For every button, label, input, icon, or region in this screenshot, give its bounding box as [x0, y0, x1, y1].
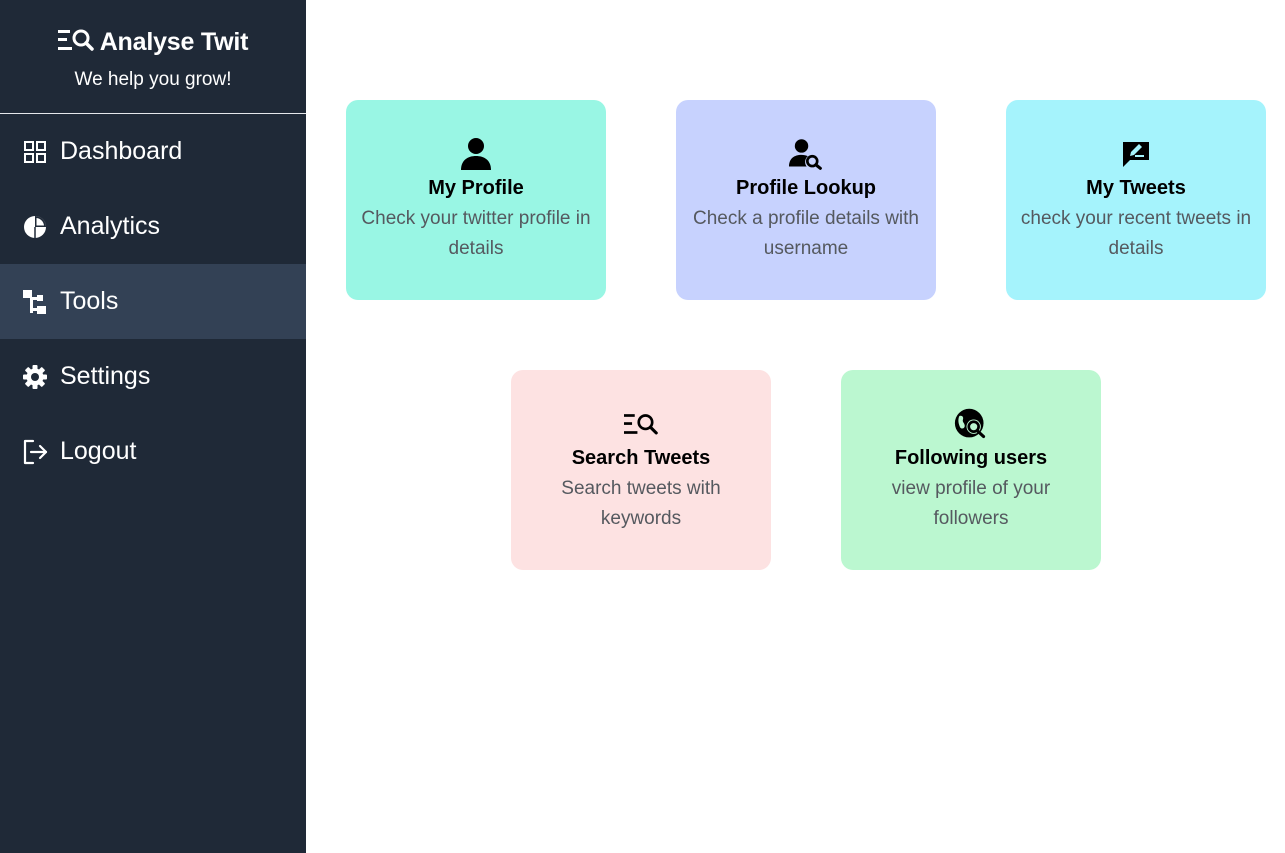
card-title: Profile Lookup [736, 176, 876, 199]
sidebar-item-label: Analytics [60, 212, 161, 240]
app-title: Analyse Twit [99, 28, 249, 56]
sidebar-item-dashboard[interactable]: Dashboard [0, 114, 306, 189]
app-tagline: We help you grow! [74, 69, 232, 90]
card-description: Search tweets with keywords [561, 477, 721, 529]
sidebar-item-label: Tools [60, 287, 119, 315]
card-description: view profile of your followers [891, 477, 1051, 529]
search-tweets-card[interactable]: Search Tweets Search tweets with keyword… [511, 370, 771, 570]
search-list-icon [624, 407, 658, 441]
sidebar-nav: Dashboard Analytics Tools Settings Logou… [0, 114, 306, 489]
profile-lookup-card[interactable]: Profile Lookup Check a profile details w… [676, 100, 936, 300]
brand-header: Analyse Twit We help you grow! [0, 0, 306, 114]
card-description: check your recent tweets in details [1020, 207, 1252, 259]
my-profile-card[interactable]: My Profile Check your twitter profile in… [346, 100, 606, 300]
search-list-icon [57, 28, 94, 57]
sidebar-item-logout[interactable]: Logout [0, 414, 306, 489]
brand-row[interactable]: Analyse Twit [57, 28, 249, 57]
card-title: My Profile [428, 176, 524, 199]
sidebar: Analyse Twit We help you grow! Dashboard [0, 0, 306, 853]
sidebar-item-label: Dashboard [60, 137, 183, 165]
logout-icon [22, 439, 48, 465]
my-tweets-card[interactable]: My Tweets check your recent tweets in de… [1006, 100, 1266, 300]
tree-structure-icon [22, 289, 48, 315]
chat-edit-icon [1119, 137, 1153, 171]
grid-icon [22, 139, 48, 165]
sidebar-item-label: Logout [60, 437, 137, 465]
card-description: Check a profile details with username [693, 207, 919, 259]
card-title: Following users [894, 446, 1048, 469]
pie-chart-icon [22, 214, 48, 240]
card-title: My Tweets [1086, 176, 1186, 199]
tools-grid: My Profile Check your twitter profile in… [306, 0, 1285, 853]
sidebar-item-tools[interactable]: Tools [0, 264, 306, 339]
following-users-card[interactable]: Following users view profile of your fol… [841, 370, 1101, 570]
globe-search-icon [954, 407, 988, 441]
card-description: Check your twitter profile in details [361, 207, 591, 259]
gear-icon [22, 364, 48, 390]
sidebar-item-analytics[interactable]: Analytics [0, 189, 306, 264]
person-icon [459, 137, 493, 171]
person-search-icon [789, 137, 823, 171]
sidebar-item-label: Settings [60, 362, 151, 390]
sidebar-item-settings[interactable]: Settings [0, 339, 306, 414]
card-title: Search Tweets [571, 446, 711, 469]
